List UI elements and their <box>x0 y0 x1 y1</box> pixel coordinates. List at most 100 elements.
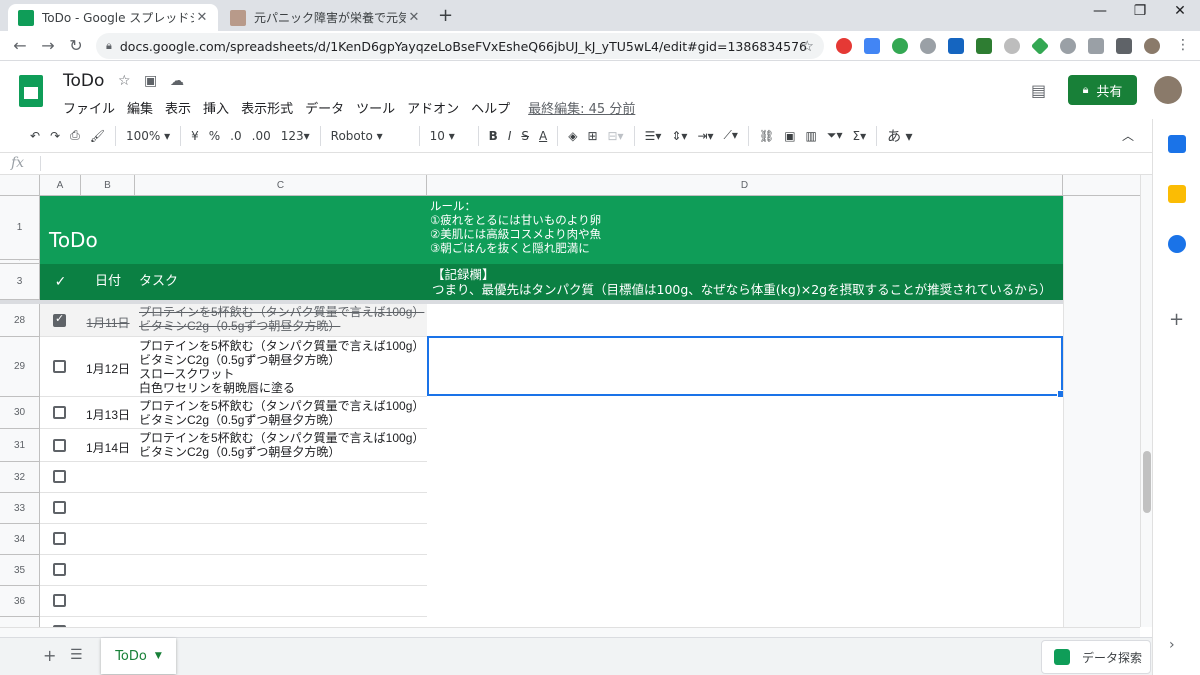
vertical-align-icon[interactable]: ⇕▾ <box>671 129 687 143</box>
italic-icon[interactable]: I <box>508 129 512 143</box>
collapse-menus-icon[interactable]: ︿ <box>1122 127 1134 144</box>
close-window-icon[interactable]: ✕ <box>1160 3 1200 23</box>
new-tab-button[interactable]: + <box>438 5 453 26</box>
puzzle-extensions-icon[interactable] <box>1116 38 1132 54</box>
row-header[interactable]: 28 <box>0 304 40 337</box>
menu-file[interactable]: ファイル <box>63 98 115 117</box>
maximize-icon[interactable]: ❐ <box>1120 3 1160 23</box>
column-header-a[interactable]: A <box>40 175 81 196</box>
horizontal-scrollbar[interactable] <box>0 627 1140 637</box>
browser-tab[interactable]: 元パニック障害が栄養で元気になった ✕ <box>220 4 430 31</box>
star-icon[interactable]: ☆ <box>118 73 131 89</box>
task-cell[interactable]: プロテインを5杯飲む（タンパク質量で言えば100g） ビタミンC2g（0.5gず… <box>139 431 424 459</box>
check-extension-icon[interactable] <box>976 38 992 54</box>
currency-format-button[interactable]: ¥ <box>191 129 199 143</box>
task-checkbox[interactable] <box>53 532 66 545</box>
date-cell[interactable]: 1月12日 <box>81 360 135 377</box>
task-checkbox[interactable] <box>53 312 66 327</box>
text-rotation-icon[interactable]: ⟋▾ <box>724 128 738 143</box>
cloud-status-icon[interactable]: ☁ <box>170 73 184 89</box>
sheet-tab-todo[interactable]: ToDo ▼ <box>101 638 176 674</box>
vertical-scrollbar[interactable] <box>1140 175 1152 627</box>
column-header-d[interactable]: D <box>427 175 1063 196</box>
menu-edit[interactable]: 編集 <box>127 98 153 117</box>
row-header[interactable]: 29 <box>0 337 40 397</box>
url-field[interactable]: 🔒︎ docs.google.com/spreadsheets/d/1KenD6… <box>96 33 824 59</box>
column-header-c[interactable]: C <box>135 175 427 196</box>
font-select[interactable]: Roboto ▾ <box>331 129 409 143</box>
zoom-select[interactable]: 100% ▾ <box>126 129 170 143</box>
font-size-select[interactable]: 10 ▾ <box>430 129 468 143</box>
column-header-b[interactable]: B <box>81 175 135 196</box>
add-sheet-icon[interactable]: + <box>43 646 56 665</box>
account-avatar[interactable] <box>1154 76 1182 104</box>
title-cell[interactable]: ToDo <box>40 196 427 264</box>
menu-insert[interactable]: 挿入 <box>203 98 229 117</box>
task-checkbox[interactable] <box>53 501 66 514</box>
reload-icon[interactable]: ↻ <box>66 36 86 56</box>
close-tab-icon[interactable]: ✕ <box>194 10 210 25</box>
formula-input[interactable] <box>48 156 1128 172</box>
task-checkbox[interactable] <box>53 439 66 452</box>
tasks-icon[interactable] <box>1168 235 1186 253</box>
menu-format[interactable]: 表示形式 <box>241 98 293 117</box>
doc-title[interactable]: ToDo <box>63 71 104 91</box>
profile-avatar[interactable] <box>1144 38 1160 54</box>
task-header-cell[interactable]: タスク <box>135 264 427 300</box>
bookmark-star-icon[interactable]: ☆ <box>801 37 814 55</box>
text-wrap-icon[interactable]: ⇥▾ <box>697 129 713 143</box>
share-button[interactable]: 🔒︎ 共有 <box>1068 75 1137 105</box>
row-header[interactable]: 30 <box>0 397 40 429</box>
insert-chart-icon[interactable]: ▥ <box>806 129 817 143</box>
camera-extension-icon[interactable] <box>1088 38 1104 54</box>
power-extension-icon[interactable] <box>920 38 936 54</box>
task-checkbox[interactable] <box>53 406 66 419</box>
borders-icon[interactable]: ⊞ <box>587 129 597 143</box>
all-sheets-icon[interactable]: ☰ <box>70 647 83 663</box>
functions-icon[interactable]: Σ▾ <box>853 129 867 143</box>
opera-extension-icon[interactable] <box>836 38 852 54</box>
percent-format-button[interactable]: % <box>209 129 220 143</box>
menu-addons[interactable]: アドオン <box>407 98 459 117</box>
insert-comment-icon[interactable]: ▣ <box>784 129 795 143</box>
task-cell[interactable]: プロテインを5杯飲む（タンパク質量で言えば100g） ビタミンC2g（0.5gず… <box>139 339 424 395</box>
more-formats-select[interactable]: 123▾ <box>281 129 310 143</box>
row-header[interactable]: 36 <box>0 586 40 617</box>
forward-icon[interactable]: → <box>38 36 58 56</box>
decrease-decimal-button[interactable]: .0 <box>230 129 241 143</box>
sheets-logo-icon[interactable] <box>19 75 43 107</box>
menu-data[interactable]: データ <box>305 98 344 117</box>
date-cell[interactable]: 1月13日 <box>81 406 135 423</box>
row-header[interactable]: 31 <box>0 429 40 462</box>
add-addon-icon[interactable]: + <box>1169 309 1184 330</box>
date-cell[interactable]: 1月14日 <box>81 439 135 456</box>
record-cell[interactable]: 【記録欄】 つまり、最優先はタンパク質（目標値は100g、なぜなら体重(kg)×… <box>427 264 1063 300</box>
check-header-cell[interactable]: ✓ <box>40 264 81 300</box>
task-checkbox[interactable] <box>53 470 66 483</box>
row-header[interactable]: 37 <box>0 617 40 627</box>
s-extension-icon[interactable] <box>948 38 964 54</box>
headphones-extension-icon[interactable] <box>1004 38 1020 54</box>
clover-extension-icon[interactable] <box>892 38 908 54</box>
merge-cells-icon[interactable]: ⊟▾ <box>608 129 624 143</box>
rules-cell[interactable]: ルール： ①疲れをとるには甘いものより卵 ②美肌には高級コスメより肉や魚 ③朝ご… <box>427 196 1063 264</box>
chat-extension-icon[interactable] <box>864 38 880 54</box>
task-cell[interactable]: プロテインを5杯飲む（タンパク質量で言えば100g） ビタミンC2g（0.5gず… <box>139 305 424 333</box>
redo-icon[interactable]: ↷ <box>50 129 60 143</box>
move-folder-icon[interactable]: ▣ <box>144 73 157 89</box>
comment-history-icon[interactable]: ▤ <box>1031 81 1051 100</box>
date-cell[interactable]: 1月11日 <box>81 314 135 331</box>
browser-tab-active[interactable]: ToDo - Google スプレッドシート ✕ <box>8 4 218 31</box>
increase-decimal-button[interactable]: .00 <box>252 129 271 143</box>
explore-button[interactable]: データ探索 <box>1041 640 1151 674</box>
pinterest-extension-icon[interactable] <box>1060 38 1076 54</box>
menu-help[interactable]: ヘルプ <box>471 98 510 117</box>
strikethrough-icon[interactable]: S <box>521 129 529 143</box>
text-color-icon[interactable]: A <box>539 129 547 143</box>
last-edit-link[interactable]: 最終編集: 45 分前 <box>528 98 635 117</box>
hide-panel-icon[interactable]: › <box>1169 637 1175 653</box>
task-cell[interactable]: プロテインを5杯飲む（タンパク質量で言えば100g） ビタミンC2g（0.5gず… <box>139 399 424 427</box>
paint-format-icon[interactable]: 🖌︎ <box>90 129 105 143</box>
print-icon[interactable]: ⎙ <box>70 128 80 143</box>
menu-tools[interactable]: ツール <box>356 98 395 117</box>
